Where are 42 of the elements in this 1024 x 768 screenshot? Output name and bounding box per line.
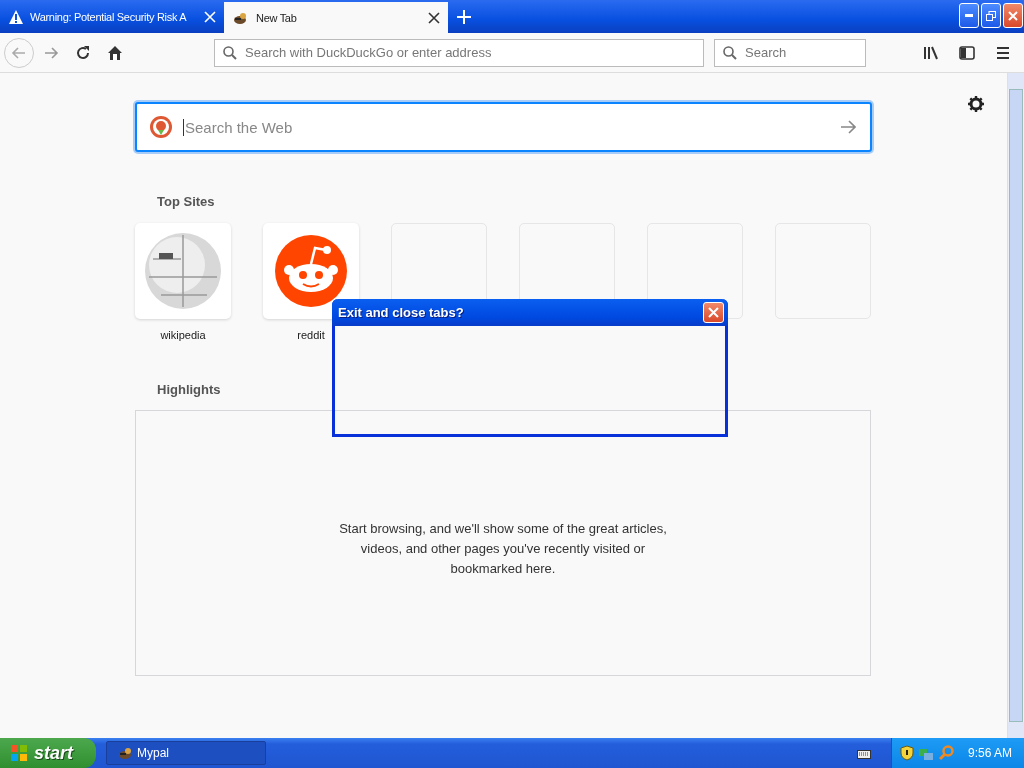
alien-icon [274, 234, 348, 308]
close-button[interactable] [1003, 3, 1023, 28]
back-icon [11, 44, 27, 61]
forward-icon [43, 44, 59, 61]
search-icon [223, 45, 237, 60]
warning-icon [8, 8, 24, 25]
shield-icon[interactable] [899, 745, 914, 761]
browser-tab[interactable]: New Tab [224, 2, 448, 33]
close-icon[interactable] [428, 11, 440, 24]
dialog-title: Exit and close tabs? [338, 305, 465, 320]
browser-tab[interactable]: Warning: Potential Security Risk A [0, 0, 224, 33]
search-icon [723, 45, 737, 60]
arrow-icon[interactable] [840, 120, 856, 134]
section-heading: Highlights [157, 382, 222, 397]
close-icon [708, 307, 719, 318]
settings-icon[interactable] [968, 96, 984, 112]
taskbar-button[interactable]: Mypal [106, 741, 266, 765]
address-field[interactable]: Search with DuckDuckGo or enter address [214, 38, 704, 67]
close-button[interactable] [703, 302, 724, 323]
site-tile[interactable] [135, 223, 231, 319]
restore-button[interactable] [981, 3, 1001, 28]
start-button[interactable]: start [0, 738, 96, 768]
close-icon [1008, 10, 1018, 21]
reload-icon [75, 44, 91, 61]
minimize-icon [965, 14, 973, 17]
empty-message: Start browsing, and we'll show some of the great articles, videos, and other pages you've recently visited or bookmarked here. [338, 520, 668, 578]
web-search-field[interactable]: Search the Web [135, 102, 872, 152]
flag-icon [10, 744, 28, 762]
clock: 9:56 AM [967, 746, 1012, 760]
home-icon [107, 44, 123, 61]
search-field[interactable]: Search [714, 38, 866, 67]
scrollbar[interactable] [1007, 73, 1024, 738]
keyboard-icon[interactable] [856, 747, 871, 759]
library-icon [923, 44, 939, 61]
minimize-button[interactable] [959, 3, 979, 28]
site-label[interactable]: wikipedia [160, 329, 206, 341]
site-label[interactable]: reddit [297, 329, 325, 341]
section-heading: Top Sites [157, 194, 216, 209]
restore-icon [986, 10, 996, 21]
plus-icon[interactable] [456, 8, 472, 25]
menu-icon [995, 44, 1011, 61]
sidebar-icon [959, 44, 975, 61]
